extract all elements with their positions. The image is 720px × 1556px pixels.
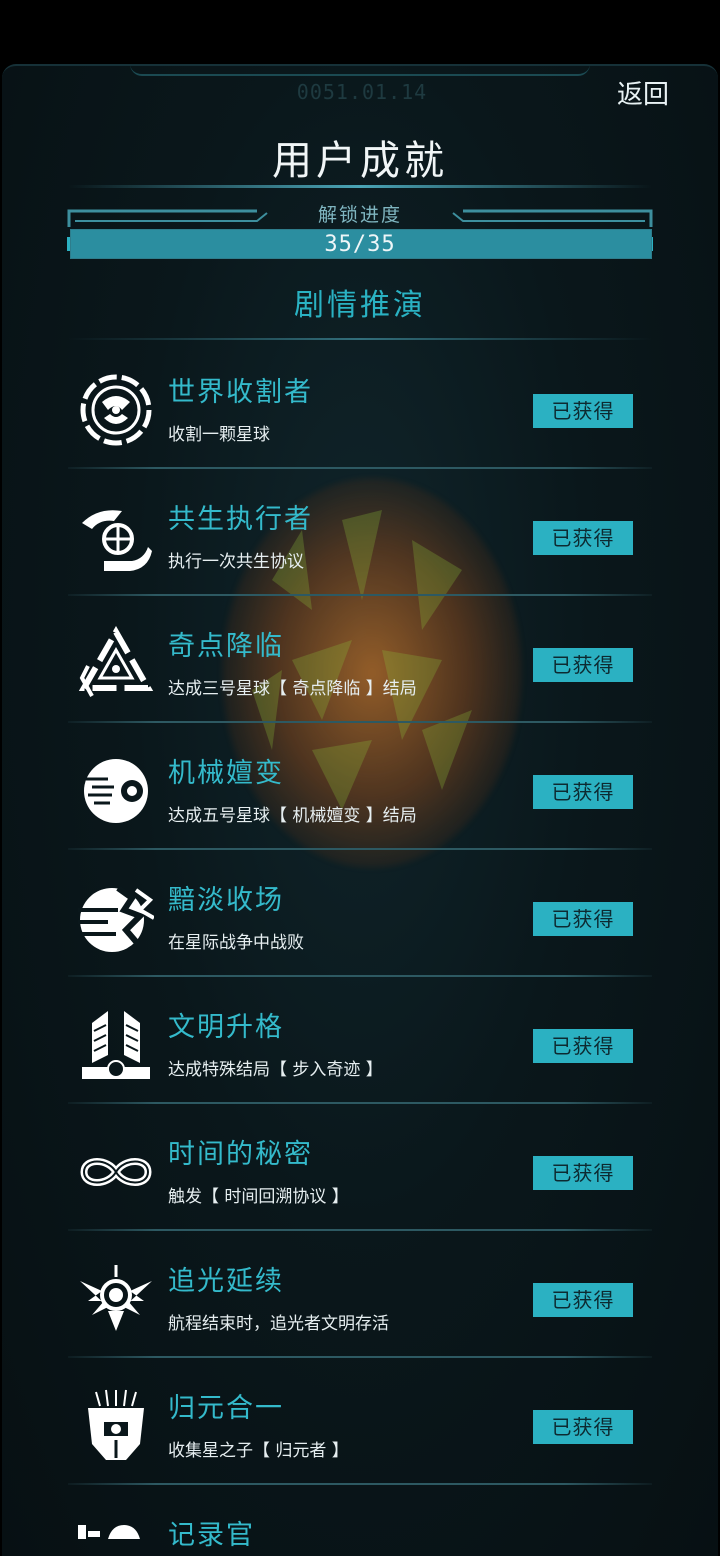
achievement-item[interactable]: 追光延续 航程结束时，追光者文明存活 已获得 <box>68 1229 652 1355</box>
status-badge: 已获得 <box>533 775 633 809</box>
item-divider <box>68 721 652 723</box>
status-badge: 已获得 <box>533 902 633 936</box>
defeat-planet-icon <box>78 880 155 956</box>
item-divider <box>68 1483 652 1485</box>
back-button[interactable]: 返回 <box>617 74 669 111</box>
item-divider <box>68 467 652 469</box>
status-badge: 已获得 <box>533 394 633 428</box>
status-bar <box>0 0 720 64</box>
achievement-name: 机械嬗变 <box>168 758 284 789</box>
singularity-icon <box>78 625 154 702</box>
timestamp: 0051.01.14 <box>296 80 428 104</box>
achievement-desc: 收割一颗星球 <box>168 425 270 445</box>
achievement-name: 追光延续 <box>168 1266 284 1297</box>
item-divider <box>68 594 652 596</box>
item-divider <box>68 1102 652 1104</box>
status-badge: 已获得 <box>533 1156 633 1190</box>
infinity-icon <box>78 1134 154 1210</box>
achievement-name: 文明升格 <box>168 1012 284 1043</box>
achievement-item[interactable]: 机械嬗变 达成五号星球【 机械嬗变 】结局 已获得 <box>68 721 652 847</box>
status-badge: 已获得 <box>533 1029 633 1063</box>
status-badge: 已获得 <box>533 648 633 682</box>
title-divider <box>68 185 652 188</box>
achievement-name: 记录官 <box>168 1520 255 1551</box>
achievement-item[interactable]: 世界收割者 收割一颗星球 已获得 <box>68 340 652 466</box>
achievement-item[interactable]: 归元合一 收集星之子【 归元者 】 已获得 <box>68 1356 652 1482</box>
item-divider <box>68 848 652 850</box>
progress-label: 解锁进度 <box>317 204 402 226</box>
recorder-icon <box>78 1515 154 1554</box>
achievement-desc: 执行一次共生协议 <box>168 552 304 572</box>
achievement-name: 时间的秘密 <box>168 1139 313 1170</box>
panel-notch <box>130 66 590 76</box>
achievement-item[interactable]: 黯淡收场 在星际战争中战败 已获得 <box>68 848 652 974</box>
item-divider <box>68 1229 652 1231</box>
achievement-desc: 触发【 时间回溯协议 】 <box>168 1187 349 1207</box>
achievement-item[interactable]: 奇点降临 达成三号星球【 奇点降临 】结局 已获得 <box>68 594 652 720</box>
achievement-item[interactable]: 文明升格 达成特殊结局【 步入奇迹 】 已获得 <box>68 975 652 1101</box>
status-badge: 已获得 <box>533 1410 633 1444</box>
status-badge: 已获得 <box>533 1283 633 1317</box>
winged-emblem-icon <box>78 1007 154 1083</box>
item-divider <box>68 1356 652 1358</box>
achievement-name: 黯淡收场 <box>168 885 284 916</box>
item-divider <box>68 975 652 977</box>
progress-count: 35/35 <box>324 232 396 257</box>
achievement-desc: 达成三号星球【 奇点降临 】结局 <box>168 679 417 699</box>
achievement-desc: 航程结束时，追光者文明存活 <box>168 1314 389 1334</box>
mechanical-eye-icon <box>78 753 154 829</box>
page-title: 用户成就 <box>272 138 448 184</box>
achievement-item[interactable]: 记录官 <box>68 1483 652 1554</box>
achievement-item[interactable]: 共生执行者 执行一次共生协议 已获得 <box>68 467 652 593</box>
achievement-name: 共生执行者 <box>168 504 313 535</box>
achievement-desc: 在星际战争中战败 <box>168 933 304 953</box>
symbiosis-icon <box>78 499 154 575</box>
harvester-icon <box>78 372 154 448</box>
mask-icon <box>78 1388 154 1464</box>
section-title: 剧情推演 <box>294 288 426 323</box>
achievement-item[interactable]: 时间的秘密 触发【 时间回溯协议 】 已获得 <box>68 1102 652 1228</box>
achievement-name: 奇点降临 <box>168 631 284 662</box>
achievement-name: 世界收割者 <box>168 377 313 408</box>
light-chaser-icon <box>78 1261 154 1337</box>
status-badge: 已获得 <box>533 521 633 555</box>
achievement-desc: 达成五号星球【 机械嬗变 】结局 <box>168 806 417 826</box>
achievement-desc: 收集星之子【 归元者 】 <box>168 1441 349 1461</box>
achievement-name: 归元合一 <box>168 1393 284 1424</box>
achievement-desc: 达成特殊结局【 步入奇迹 】 <box>168 1060 383 1080</box>
